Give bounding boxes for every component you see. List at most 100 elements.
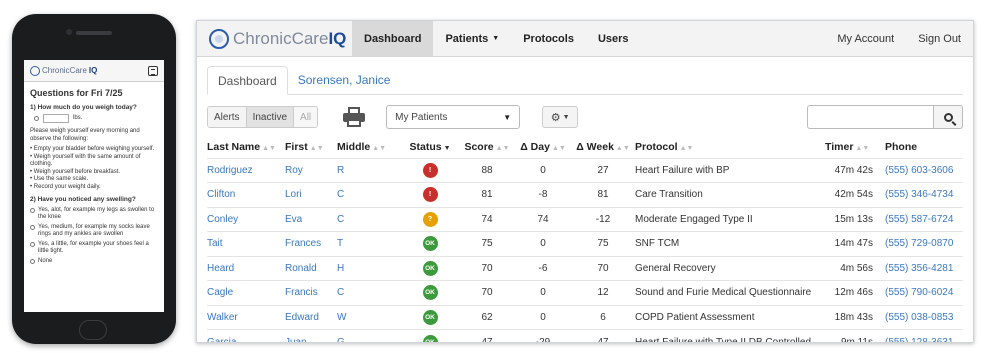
radio-icon[interactable] — [30, 258, 35, 264]
search-input[interactable] — [807, 105, 933, 129]
timer-cell: 15m 13s — [825, 206, 885, 232]
phone-link[interactable]: (555) 128-3631 — [885, 329, 963, 342]
last-name-link[interactable]: Rodriguez — [207, 157, 285, 183]
last-name-link[interactable]: Tait — [207, 231, 285, 256]
score-cell: 70 — [459, 255, 515, 281]
table-row[interactable]: Cagle Francis C OK 70 0 12 Sound and Fur… — [207, 280, 963, 305]
timer-cell: 18m 43s — [825, 304, 885, 330]
middle-initial-link[interactable]: R — [337, 157, 401, 183]
last-name-link[interactable]: Cagle — [207, 280, 285, 305]
swelling-option[interactable]: None — [30, 258, 158, 266]
delta-day-cell: 0 — [515, 280, 571, 305]
tab-dashboard[interactable]: Dashboard — [207, 66, 288, 95]
last-name-link[interactable]: Garcia — [207, 329, 285, 342]
questionnaire-title: Questions for Fri 7/25 — [30, 88, 123, 98]
first-name-link[interactable]: Juan — [285, 329, 337, 342]
table-row[interactable]: Garcia Juan G OK 47 -29 47 Heart Failure… — [207, 329, 963, 342]
col-timer[interactable]: Timer ▲▼ — [825, 136, 885, 158]
nav-protocols[interactable]: Protocols — [511, 21, 586, 56]
nav-dashboard[interactable]: Dashboard — [352, 21, 434, 56]
first-name-link[interactable]: Edward — [285, 304, 337, 330]
radio-icon[interactable] — [30, 241, 35, 247]
middle-initial-link[interactable]: C — [337, 280, 401, 305]
filter-inactive-button[interactable]: Inactive — [246, 107, 295, 127]
timer-cell: 12m 46s — [825, 280, 885, 305]
phone-link[interactable]: (555) 038-0853 — [885, 304, 963, 330]
phone-logo: ChronicCare IQ — [30, 65, 98, 76]
phone-link[interactable]: (555) 603-3606 — [885, 157, 963, 183]
radio-icon[interactable] — [30, 207, 35, 213]
phone-screen: ChronicCare IQ Questions for Fri 7/25 1) … — [24, 60, 164, 312]
middle-initial-link[interactable]: H — [337, 255, 401, 281]
nav-users[interactable]: Users — [586, 21, 641, 56]
col-status[interactable]: Status ▼ — [401, 136, 459, 158]
first-name-link[interactable]: Lori — [285, 182, 337, 207]
home-button[interactable] — [79, 320, 107, 340]
instruction-item: • Use the same scale. — [30, 176, 89, 182]
col-score[interactable]: Score ▲▼ — [459, 136, 515, 158]
phone-logo-iq: IQ — [88, 66, 98, 75]
phone-link[interactable]: (555) 356-4281 — [885, 255, 963, 281]
header-label: Score — [464, 140, 494, 153]
radio-icon[interactable] — [30, 224, 35, 230]
middle-initial-link[interactable]: C — [337, 182, 401, 207]
phone-link[interactable]: (555) 790-6024 — [885, 280, 963, 305]
score-cell: 81 — [459, 182, 515, 207]
protocol-cell: Heart Failure with BP — [635, 157, 825, 183]
warning-icon: ? — [422, 211, 438, 227]
patient-list-select[interactable]: My Patients ▼ — [386, 105, 521, 129]
middle-initial-link[interactable]: W — [337, 304, 401, 330]
sort-desc-icon: ▼ — [443, 144, 451, 152]
printer-icon[interactable] — [342, 107, 366, 127]
table-row[interactable]: Walker Edward W OK 62 0 6 COPD Patient A… — [207, 304, 963, 330]
first-name-link[interactable]: Francis — [285, 280, 337, 305]
sign-out-link[interactable]: Sign Out — [906, 21, 973, 56]
table-row[interactable]: Conley Eva C ? 74 74 -12 Moderate Engage… — [207, 206, 963, 232]
last-name-link[interactable]: Conley — [207, 206, 285, 232]
middle-initial-link[interactable]: T — [337, 231, 401, 256]
swelling-option[interactable]: Yes, medium, for example my socks leave … — [30, 224, 158, 239]
col-delta-day[interactable]: Δ Day ▲▼ — [515, 136, 571, 158]
col-last-name[interactable]: Last Name ▲▼ — [207, 136, 285, 158]
question-1-label: 1) How much do you weigh today? — [30, 103, 137, 111]
radio-icon[interactable] — [34, 116, 39, 121]
score-cell: 62 — [459, 304, 515, 330]
weight-input[interactable] — [43, 114, 69, 123]
table-row[interactable]: Clifton Lori C ! 81 -8 81 Care Transitio… — [207, 182, 963, 207]
my-account-link[interactable]: My Account — [825, 21, 906, 56]
phone-link[interactable]: (555) 587-6724 — [885, 206, 963, 232]
tab-patient[interactable]: Sorensen, Janice — [288, 65, 401, 94]
nav-patients[interactable]: Patients ▼ — [433, 21, 511, 56]
middle-initial-link[interactable]: C — [337, 206, 401, 232]
last-name-link[interactable]: Heard — [207, 255, 285, 281]
first-name-link[interactable]: Roy — [285, 157, 337, 183]
col-protocol[interactable]: Protocol ▲▼ — [635, 136, 825, 158]
last-name-link[interactable]: Clifton — [207, 182, 285, 207]
first-name-link[interactable]: Eva — [285, 206, 337, 232]
instruction-item: • Record your weight daily. — [30, 183, 101, 190]
header-label: Δ Day — [520, 140, 550, 153]
settings-button[interactable]: ⚙ ▼ — [542, 106, 579, 128]
brand-logo[interactable]: ChronicCareIQ — [197, 21, 352, 56]
table-row[interactable]: Rodriguez Roy R ! 88 0 27 Heart Failure … — [207, 157, 963, 183]
col-delta-week[interactable]: Δ Week ▲▼ — [571, 136, 635, 158]
search-button[interactable] — [933, 105, 963, 129]
menu-icon[interactable] — [148, 65, 158, 76]
col-first[interactable]: First ▲▼ — [285, 136, 337, 158]
last-name-link[interactable]: Walker — [207, 304, 285, 330]
filter-alerts-button[interactable]: Alerts — [208, 107, 247, 127]
score-cell: 47 — [459, 329, 515, 342]
middle-initial-link[interactable]: G — [337, 329, 401, 342]
phone-link[interactable]: (555) 346-4734 — [885, 182, 963, 207]
delta-week-cell: 70 — [571, 255, 635, 281]
table-row[interactable]: Heard Ronald H OK 70 -6 70 General Recov… — [207, 255, 963, 281]
phone-link[interactable]: (555) 729-0870 — [885, 231, 963, 256]
first-name-link[interactable]: Frances — [285, 231, 337, 256]
table-row[interactable]: Tait Frances T OK 75 0 75 SNF TCM 14m 47… — [207, 231, 963, 256]
header-label: Protocol — [635, 140, 678, 153]
filter-all-button[interactable]: All — [294, 107, 318, 127]
first-name-link[interactable]: Ronald — [285, 255, 337, 281]
col-middle[interactable]: Middle ▲▼ — [337, 136, 401, 158]
swelling-option[interactable]: Yes, alot, for example my legs as swolle… — [30, 207, 158, 222]
swelling-option[interactable]: Yes, a little, for example your shoes fe… — [30, 241, 158, 256]
